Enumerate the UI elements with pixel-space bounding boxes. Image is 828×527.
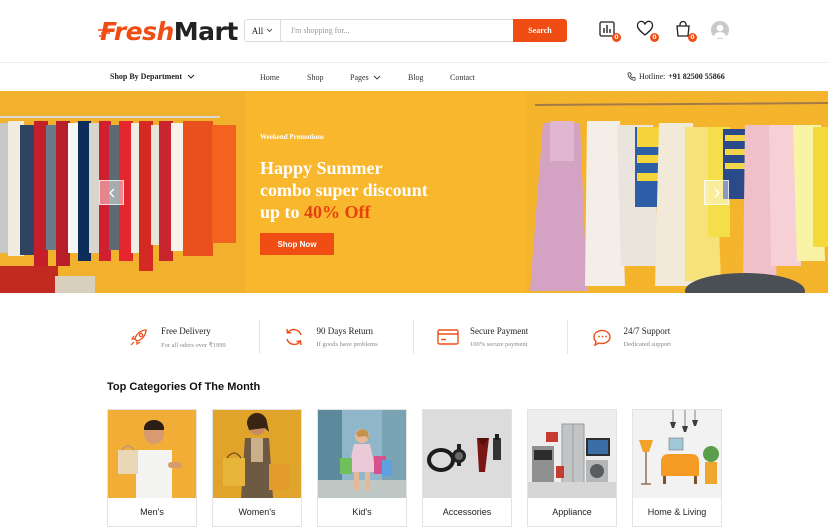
- category-image-womens: [213, 410, 301, 498]
- features-strip: Free Delivery For all oders over ₹1999 9…: [107, 320, 721, 354]
- category-label: Men's: [140, 507, 164, 517]
- search-category-select[interactable]: All: [245, 20, 281, 41]
- chevron-left-icon: [108, 188, 114, 197]
- feature-subtitle: Dedicated support: [623, 341, 671, 348]
- hotline[interactable]: Hotline: +91 82500 55866: [627, 72, 725, 81]
- hero-prev-button[interactable]: [99, 180, 124, 205]
- category-image-appliance: [528, 410, 616, 498]
- search-bar: All Search: [244, 19, 567, 42]
- feature-subtitle: 100% secure payment: [470, 341, 528, 348]
- category-image-mens: [108, 410, 196, 498]
- feature-subtitle: If goods have problems: [316, 341, 378, 348]
- nav-link-shop[interactable]: Shop: [307, 73, 323, 82]
- categories-heading: Top Categories Of The Month: [107, 381, 261, 393]
- chevron-right-icon: [714, 188, 720, 197]
- nav-pages-label: Pages: [350, 73, 369, 82]
- feature-support: 24/7 Support Dedicated support: [568, 320, 722, 354]
- logo-mart: Mart: [173, 16, 239, 46]
- nav-link-home[interactable]: Home: [260, 73, 280, 82]
- rocket-icon: [130, 329, 147, 346]
- feature-free-delivery: Free Delivery For all oders over ₹1999: [107, 320, 261, 354]
- feature-returns: 90 Days Return If goods have problems: [260, 320, 414, 354]
- shop-by-department-menu[interactable]: Shop By Department: [110, 72, 195, 81]
- main-nav: Shop By Department Home Shop Pages Blog …: [0, 64, 828, 91]
- phone-icon: [627, 72, 636, 81]
- wishlist-button[interactable]: 0: [636, 20, 659, 42]
- feature-title: Free Delivery: [161, 325, 211, 336]
- hero-title: Happy Summer combo super discount up to …: [260, 157, 490, 223]
- category-card-mens[interactable]: Men's: [107, 409, 197, 527]
- search-input[interactable]: [281, 20, 513, 41]
- hero-line-1: Happy Summer: [260, 158, 383, 178]
- search-category-value: All: [251, 25, 264, 36]
- category-label: Kid's: [352, 507, 372, 517]
- dresses-rack-image: [525, 91, 828, 293]
- cart-badge: 0: [688, 33, 697, 42]
- department-label: Shop By Department: [110, 72, 183, 81]
- category-card-appliance[interactable]: Appliance: [527, 409, 617, 527]
- wishlist-badge: 0: [650, 33, 659, 42]
- nav-link-blog[interactable]: Blog: [408, 73, 424, 82]
- hero-line-3-prefix: up to: [260, 202, 300, 222]
- categories-grid: Men's Women's Kid's Accessories Applianc…: [107, 409, 722, 527]
- avatar[interactable]: [711, 21, 729, 39]
- nav-link-pages[interactable]: Pages: [350, 73, 381, 82]
- category-card-accessories[interactable]: Accessories: [422, 409, 512, 527]
- feature-secure-payment: Secure Payment 100% secure payment: [414, 320, 568, 354]
- category-label: Home & Living: [647, 507, 707, 517]
- user-icon: [713, 24, 727, 38]
- site-header: FreshMart All Search 0 0 0: [0, 0, 828, 63]
- hero-discount: 40% Off: [304, 202, 371, 222]
- hotline-number: +91 82500 55866: [668, 72, 725, 81]
- shop-now-button[interactable]: Shop Now: [260, 233, 334, 255]
- feature-subtitle: For all oders over ₹1999: [161, 341, 226, 349]
- category-label: Accessories: [442, 507, 492, 517]
- chevron-down-icon: [373, 75, 380, 80]
- category-label: Women's: [238, 507, 276, 517]
- chevron-down-icon: [187, 74, 195, 79]
- chat-icon: [592, 329, 611, 347]
- chevron-down-icon: [266, 28, 273, 33]
- feature-title: Secure Payment: [470, 326, 529, 336]
- category-image-accessories: [423, 410, 511, 498]
- category-card-home-living[interactable]: Home & Living: [632, 409, 722, 527]
- refresh-icon: [286, 328, 303, 346]
- search-button[interactable]: Search: [513, 19, 567, 42]
- hero-line-3: up to 40% Off: [260, 201, 490, 223]
- hero-tag: Weekend Promotions: [260, 133, 324, 141]
- cart-button[interactable]: 0: [674, 20, 697, 42]
- logo[interactable]: FreshMart: [98, 15, 238, 47]
- compare-button[interactable]: 0: [598, 20, 621, 42]
- category-card-kids[interactable]: Kid's: [317, 409, 407, 527]
- hero-banner: Weekend Promotions Happy Summer combo su…: [0, 91, 828, 293]
- logo-text: FreshMart: [100, 17, 238, 46]
- category-card-womens[interactable]: Women's: [212, 409, 302, 527]
- category-image-home-living: [633, 410, 721, 498]
- hero-line-2: combo super discount: [260, 180, 428, 200]
- nav-link-contact[interactable]: Contact: [450, 73, 475, 82]
- speed-lines-icon: [98, 29, 110, 37]
- hero-next-button[interactable]: [704, 180, 729, 205]
- compare-badge: 0: [612, 33, 621, 42]
- category-label: Appliance: [552, 507, 592, 517]
- feature-title: 90 Days Return: [316, 326, 373, 336]
- hotline-label: Hotline:: [639, 72, 666, 81]
- category-image-kids: [318, 410, 406, 498]
- feature-title: 24/7 Support: [623, 326, 671, 336]
- credit-card-icon: [437, 329, 459, 345]
